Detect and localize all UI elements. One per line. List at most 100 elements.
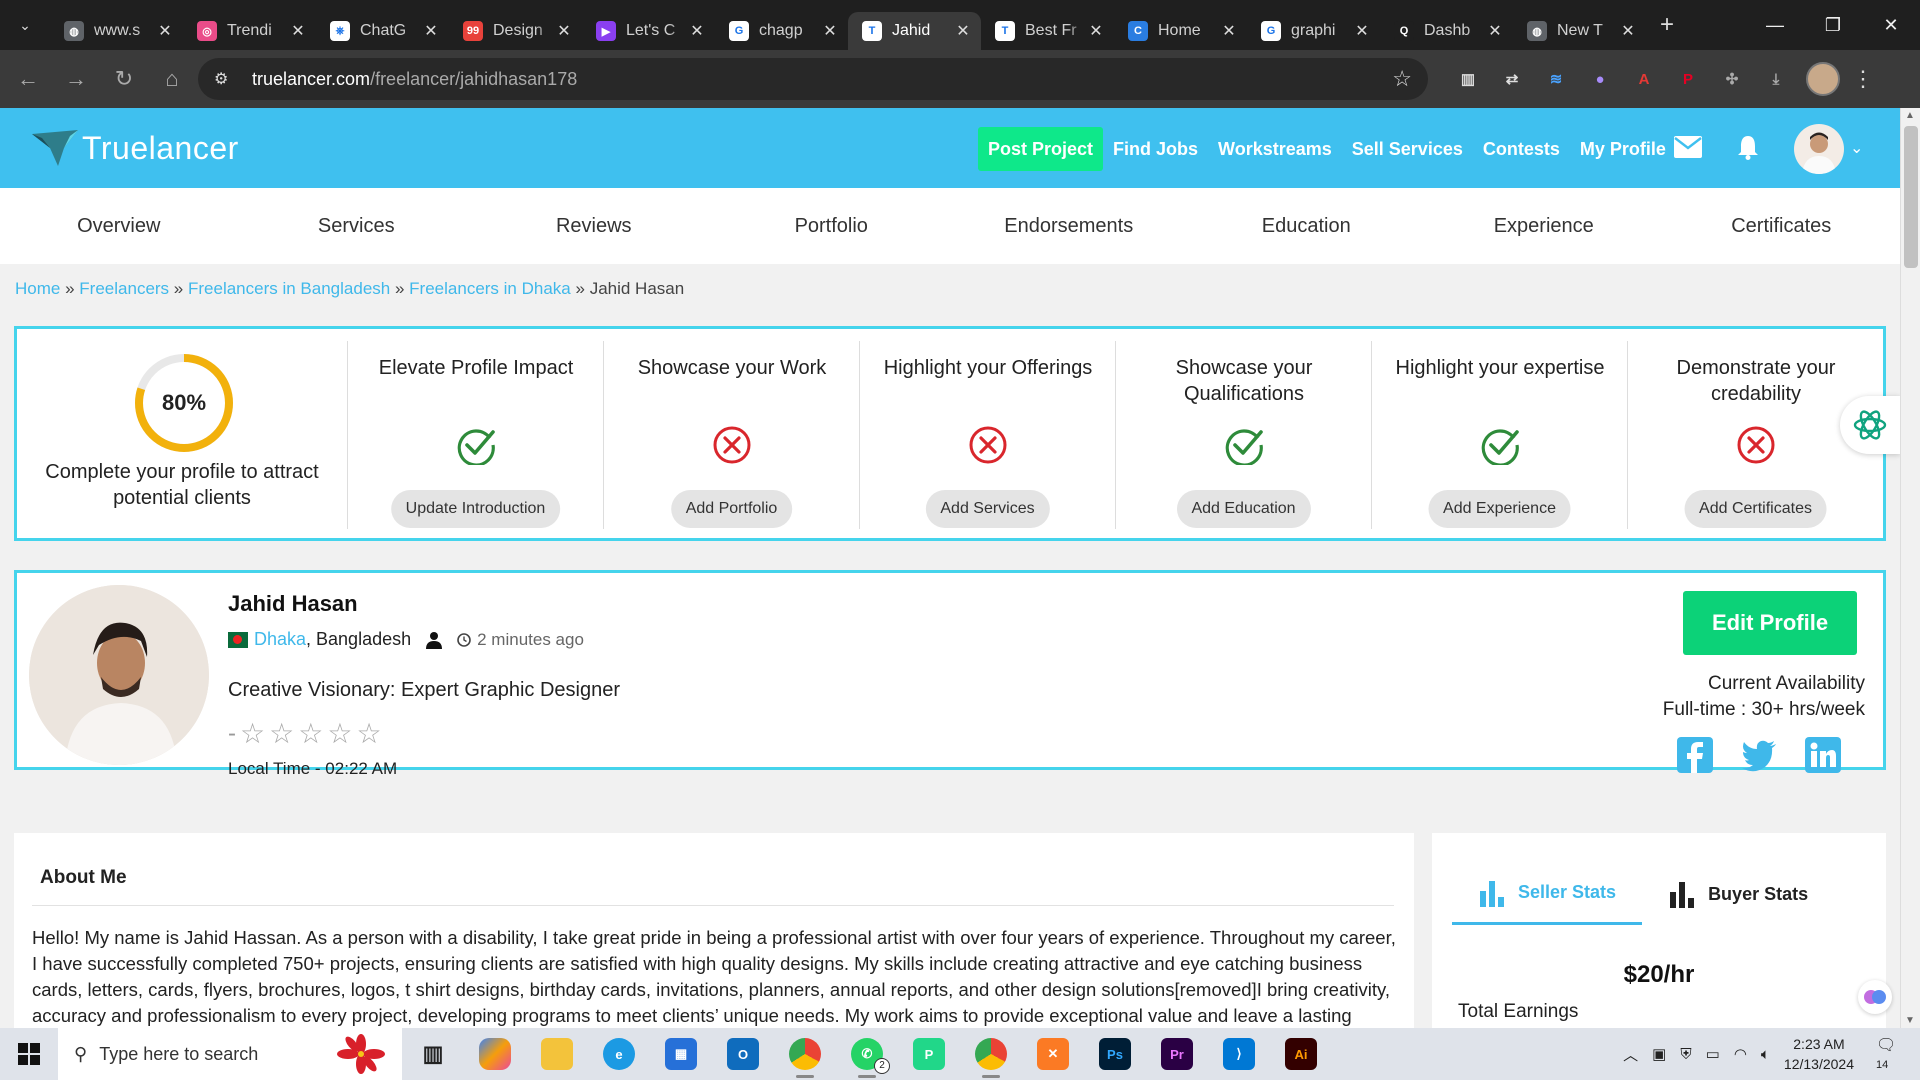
nav-sell-services[interactable]: Sell Services (1352, 139, 1463, 160)
breadcrumb-freelancers[interactable]: Freelancers (79, 279, 169, 298)
location-city[interactable]: Dhaka (254, 629, 306, 650)
pdf-extension-icon[interactable]: A (1624, 59, 1664, 99)
browser-tab[interactable]: T Best Fr ✕ (981, 12, 1114, 50)
breadcrumb-dhaka[interactable]: Freelancers in Dhaka (409, 279, 571, 298)
outlook-icon[interactable]: O (712, 1028, 774, 1080)
browser-menu-icon[interactable]: ⋮ (1852, 66, 1874, 92)
step-action-button[interactable]: Add Certificates (1684, 490, 1827, 528)
tab-search-chevron-icon[interactable]: ⌄ (0, 0, 50, 50)
browser-tab[interactable]: ⎈ ChatG ✕ (316, 12, 449, 50)
user-avatar[interactable] (1794, 124, 1844, 174)
microsoft-store-icon[interactable]: ▦ (650, 1028, 712, 1080)
linkedin-icon[interactable] (1805, 737, 1841, 773)
step-action-button[interactable]: Add Education (1176, 490, 1311, 528)
play-extension-icon[interactable]: ● (1580, 59, 1620, 99)
devices-icon[interactable]: ▣ (1652, 1045, 1666, 1063)
close-window-icon[interactable]: ✕ (1862, 0, 1920, 50)
tab-services[interactable]: Services (238, 188, 476, 264)
home-icon[interactable]: ⌂ (152, 59, 192, 99)
nav-contests[interactable]: Contests (1483, 139, 1560, 160)
mail-icon[interactable] (1674, 136, 1702, 158)
chrome-profile-icon[interactable] (960, 1028, 1022, 1080)
truelancer-logo[interactable]: Truelancer (30, 128, 239, 168)
translate-icon[interactable]: ⇄ (1492, 59, 1532, 99)
puzzle-extensions-icon[interactable]: ✣ (1712, 59, 1752, 99)
breadcrumb-home[interactable]: Home (15, 279, 60, 298)
browser-tab[interactable]: T Jahid ✕ (848, 12, 981, 50)
floating-assistant-icon[interactable] (1858, 980, 1892, 1014)
minimize-icon[interactable]: — (1746, 0, 1804, 50)
address-bar[interactable]: ⚙ truelancer.com/freelancer/jahidhasan17… (198, 58, 1428, 100)
scroll-thumb[interactable] (1904, 126, 1918, 268)
tab-close-icon[interactable]: ✕ (953, 21, 973, 41)
taskbar-search-box[interactable]: ⚲ Type here to search (58, 1028, 402, 1080)
download-icon[interactable]: ⤓ (1756, 59, 1796, 99)
file-explorer-icon[interactable] (526, 1028, 588, 1080)
scroll-down-icon[interactable]: ▼ (1905, 1015, 1915, 1026)
breadcrumb-bangladesh[interactable]: Freelancers in Bangladesh (188, 279, 390, 298)
wifi-icon[interactable]: ◠ (1734, 1045, 1747, 1063)
tab-overview[interactable]: Overview (0, 188, 238, 264)
scroll-up-icon[interactable]: ▲ (1905, 110, 1915, 121)
browser-tab[interactable]: Gchagp ✕ (715, 12, 848, 50)
new-tab-button[interactable]: + (1660, 11, 1674, 39)
nav-workstreams[interactable]: Workstreams (1218, 139, 1332, 160)
browser-tab[interactable]: ◍ New T ✕ (1513, 12, 1646, 50)
browser-tab[interactable]: ◎ Trendi ✕ (183, 12, 316, 50)
tab-close-icon[interactable]: ✕ (1618, 21, 1638, 41)
chatgpt-float-icon[interactable] (1840, 396, 1900, 454)
post-project-button[interactable]: Post Project (978, 127, 1104, 171)
tab-portfolio[interactable]: Portfolio (713, 188, 951, 264)
notification-bell-icon[interactable] (1736, 134, 1760, 160)
vscode-icon[interactable]: ⟩ (1208, 1028, 1270, 1080)
pycharm-icon[interactable]: P (898, 1028, 960, 1080)
tab-close-icon[interactable]: ✕ (687, 21, 707, 41)
tab-certificates[interactable]: Certificates (1663, 188, 1901, 264)
illustrator-icon[interactable]: Ai (1270, 1028, 1332, 1080)
tab-close-icon[interactable]: ✕ (421, 21, 441, 41)
windows-start-icon[interactable] (0, 1028, 58, 1080)
task-view-icon[interactable]: ▥ (402, 1028, 464, 1080)
forward-arrow-icon[interactable]: → (56, 59, 96, 99)
tab-close-icon[interactable]: ✕ (554, 21, 574, 41)
browser-tab[interactable]: C Home ✕ (1114, 12, 1247, 50)
browser-tab[interactable]: ▶ Let's C ✕ (582, 12, 715, 50)
tab-endorsements[interactable]: Endorsements (950, 188, 1188, 264)
tab-close-icon[interactable]: ✕ (288, 21, 308, 41)
edit-profile-button[interactable]: Edit Profile (1683, 591, 1857, 655)
browser-tab[interactable]: 99 Design ✕ (449, 12, 582, 50)
browser-tab[interactable]: ◍ www.s ✕ (50, 12, 183, 50)
step-action-button[interactable]: Update Introduction (390, 490, 561, 528)
wave-extension-icon[interactable]: ≋ (1536, 59, 1576, 99)
back-arrow-icon[interactable]: ← (8, 59, 48, 99)
browser-tab[interactable]: Q Dashb ✕ (1380, 12, 1513, 50)
chevron-down-icon[interactable]: ⌄ (1850, 138, 1863, 158)
battery-icon[interactable]: ▭ (1706, 1045, 1720, 1063)
tab-close-icon[interactable]: ✕ (1219, 21, 1239, 41)
pinterest-icon[interactable]: P (1668, 59, 1708, 99)
step-action-button[interactable]: Add Experience (1428, 490, 1571, 528)
tab-close-icon[interactable]: ✕ (820, 21, 840, 41)
security-icon[interactable]: ⛨ (1680, 1046, 1691, 1063)
page-scrollbar[interactable]: ▲ ▼ (1900, 108, 1920, 1028)
tab-close-icon[interactable]: ✕ (155, 21, 175, 41)
restore-icon[interactable]: ❐ (1804, 0, 1862, 50)
site-info-icon[interactable]: ⚙ (214, 69, 238, 89)
facebook-icon[interactable] (1677, 737, 1713, 773)
tab-seller-stats[interactable]: Seller Stats (1452, 863, 1643, 925)
tab-experience[interactable]: Experience (1425, 188, 1663, 264)
bookmark-star-icon[interactable]: ☆ (1392, 66, 1412, 92)
nav-find-jobs[interactable]: Find Jobs (1113, 139, 1198, 160)
notification-center-icon[interactable]: 🗨︎14 (1876, 1035, 1906, 1073)
volume-icon[interactable]: 🔈︎ (1761, 1046, 1770, 1063)
photoshop-icon[interactable]: Ps (1084, 1028, 1146, 1080)
reload-icon[interactable]: ↻ (104, 59, 144, 99)
chrome-icon[interactable] (774, 1028, 836, 1080)
step-action-button[interactable]: Add Portfolio (670, 490, 793, 528)
tab-close-icon[interactable]: ✕ (1352, 21, 1372, 41)
url-text[interactable]: truelancer.com/freelancer/jahidhasan178 (252, 69, 577, 90)
copilot-icon[interactable] (464, 1028, 526, 1080)
xampp-icon[interactable]: ✕ (1022, 1028, 1084, 1080)
edge-icon[interactable]: e (588, 1028, 650, 1080)
tab-education[interactable]: Education (1188, 188, 1426, 264)
